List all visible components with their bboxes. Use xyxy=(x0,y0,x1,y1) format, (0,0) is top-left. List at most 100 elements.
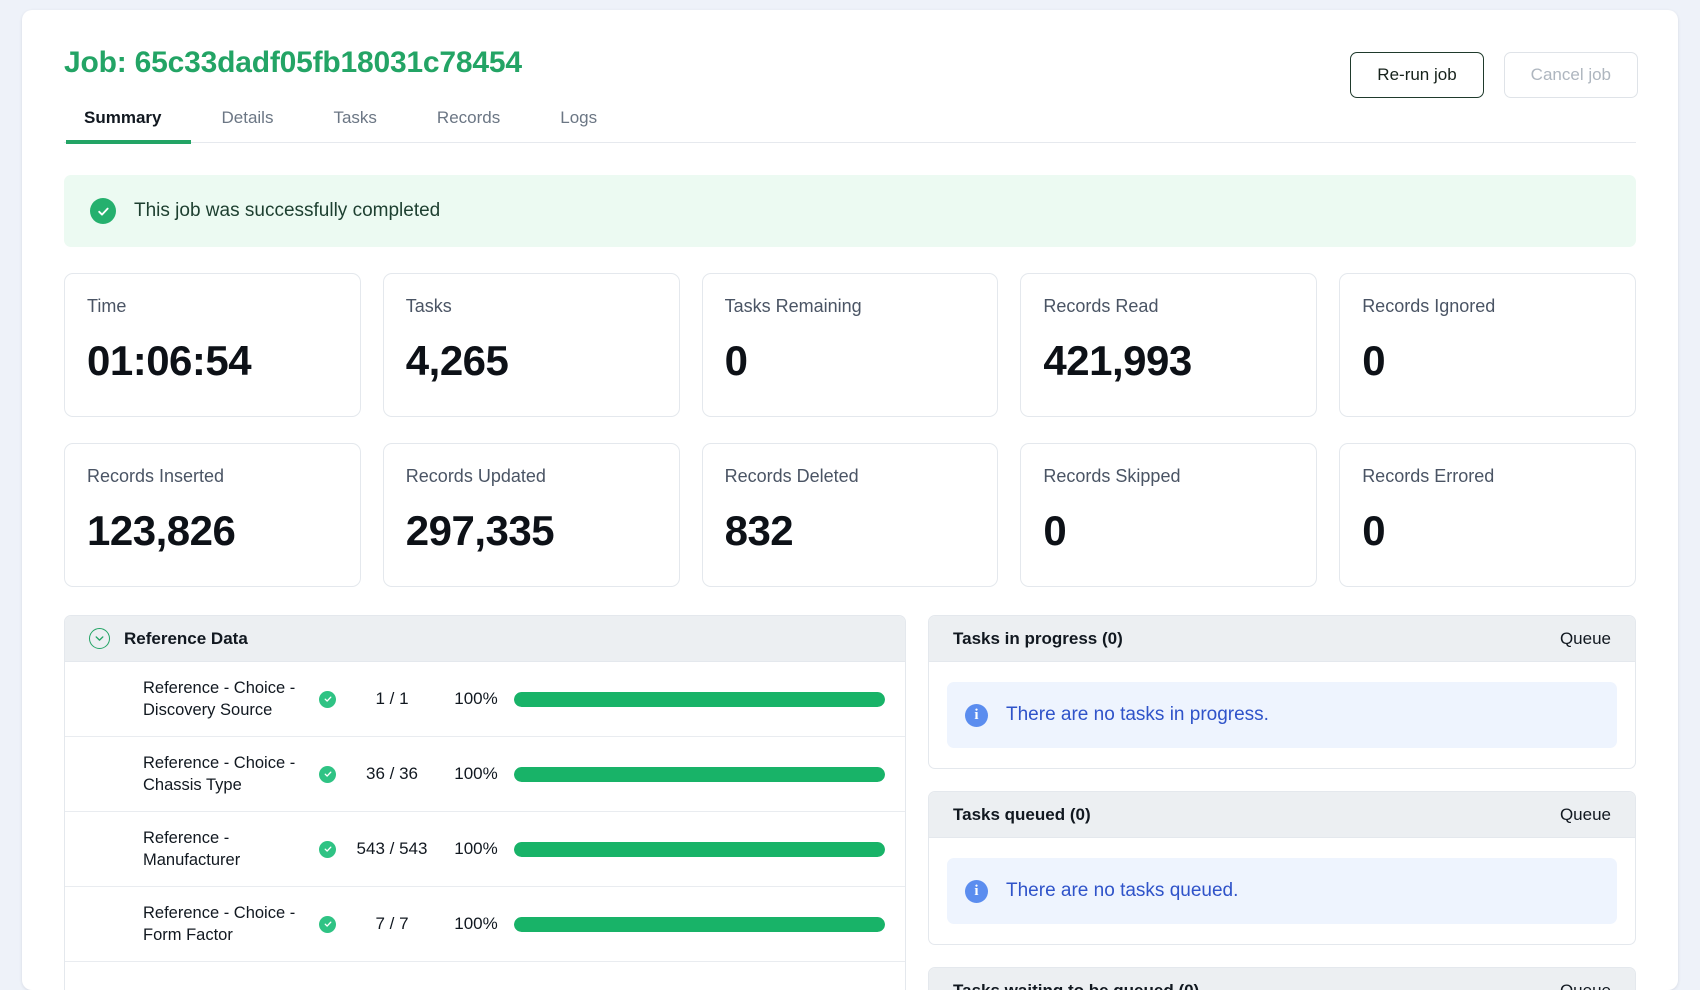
reference-count: 543 / 543 xyxy=(346,839,438,859)
queue-column-label: Queue xyxy=(1560,805,1611,825)
metric-value: 0 xyxy=(725,337,976,385)
tasks-in-progress-header: Tasks in progress (0) Queue xyxy=(929,616,1635,662)
metric-card-tasks: Tasks 4,265 xyxy=(383,273,680,417)
metric-label: Records Ignored xyxy=(1362,296,1613,317)
metric-value: 297,335 xyxy=(406,507,657,555)
metric-card-records-skipped: Records Skipped 0 xyxy=(1020,443,1317,587)
metric-card-time: Time 01:06:54 xyxy=(64,273,361,417)
reference-data-panel: Reference Data Reference - Choice - Disc… xyxy=(64,615,906,990)
metric-label: Records Inserted xyxy=(87,466,338,487)
reference-percent: 100% xyxy=(438,839,514,859)
check-icon xyxy=(319,841,336,858)
job-detail-page: Job: 65c33dadf05fb18031c78454 Re-run job… xyxy=(22,10,1678,990)
reference-percent: 100% xyxy=(438,914,514,934)
metric-label: Tasks Remaining xyxy=(725,296,976,317)
metric-card-records-updated: Records Updated 297,335 xyxy=(383,443,680,587)
page-header: Job: 65c33dadf05fb18031c78454 Re-run job… xyxy=(22,10,1678,143)
info-circle-icon: i xyxy=(965,704,988,727)
metric-value: 01:06:54 xyxy=(87,337,338,385)
table-row[interactable]: Reference - Choice - Chassis Type 36 / 3… xyxy=(65,737,905,812)
tab-tasks[interactable]: Tasks xyxy=(303,102,406,142)
success-banner-text: This job was successfully completed xyxy=(134,200,440,222)
progress-bar xyxy=(514,767,885,782)
empty-state-text: There are no tasks in progress. xyxy=(1006,704,1269,726)
tab-records[interactable]: Records xyxy=(407,102,530,142)
table-row-partial[interactable] xyxy=(65,962,905,990)
metric-card-records-deleted: Records Deleted 832 xyxy=(702,443,999,587)
metric-cards-row-1: Time 01:06:54 Tasks 4,265 Tasks Remainin… xyxy=(64,273,1636,417)
progress-bar-fill xyxy=(514,917,885,932)
metric-value: 421,993 xyxy=(1043,337,1294,385)
metric-label: Time xyxy=(87,296,338,317)
metric-value: 0 xyxy=(1043,507,1294,555)
metric-label: Records Skipped xyxy=(1043,466,1294,487)
check-circle-icon xyxy=(90,198,116,224)
metric-card-records-ignored: Records Ignored 0 xyxy=(1339,273,1636,417)
tab-logs[interactable]: Logs xyxy=(530,102,627,142)
cancel-job-button[interactable]: Cancel job xyxy=(1504,52,1638,98)
panel-title: Tasks queued (0) xyxy=(953,805,1091,825)
tasks-waiting-to-be-queued-panel: Tasks waiting to be queued (0) Queue xyxy=(928,967,1636,990)
chevron-down-circle-icon[interactable] xyxy=(89,628,110,649)
table-row[interactable]: Reference - Manufacturer 543 / 543 100% xyxy=(65,812,905,887)
reference-name: Reference - Choice - Chassis Type xyxy=(143,752,319,797)
tab-summary[interactable]: Summary xyxy=(66,102,191,142)
reference-percent: 100% xyxy=(438,764,514,784)
empty-state-alert: i There are no tasks in progress. xyxy=(947,682,1617,748)
progress-bar-fill xyxy=(514,692,885,707)
queue-column-label: Queue xyxy=(1560,981,1611,990)
check-icon xyxy=(319,916,336,933)
queue-column-label: Queue xyxy=(1560,629,1611,649)
success-banner: This job was successfully completed xyxy=(64,175,1636,247)
progress-bar-fill xyxy=(514,842,885,857)
reference-name: Reference - Choice - Form Factor xyxy=(143,902,319,947)
progress-bar-fill xyxy=(514,767,885,782)
tab-bar: Summary Details Tasks Records Logs xyxy=(64,102,1636,143)
metric-value: 0 xyxy=(1362,337,1613,385)
metric-card-records-read: Records Read 421,993 xyxy=(1020,273,1317,417)
progress-bar xyxy=(514,917,885,932)
metric-cards-row-2: Records Inserted 123,826 Records Updated… xyxy=(64,443,1636,587)
panel-title: Tasks waiting to be queued (0) xyxy=(953,981,1199,990)
table-row[interactable]: Reference - Choice - Discovery Source 1 … xyxy=(65,662,905,737)
metric-label: Records Deleted xyxy=(725,466,976,487)
empty-state-alert: i There are no tasks queued. xyxy=(947,858,1617,924)
reference-name: Reference - Manufacturer xyxy=(143,827,319,872)
metric-label: Records Updated xyxy=(406,466,657,487)
reference-count: 1 / 1 xyxy=(346,689,438,709)
metric-value: 0 xyxy=(1362,507,1613,555)
reference-name: Reference - Choice - Discovery Source xyxy=(143,677,319,722)
metric-card-records-inserted: Records Inserted 123,826 xyxy=(64,443,361,587)
header-actions: Re-run job Cancel job xyxy=(1350,52,1638,98)
lower-section: Reference Data Reference - Choice - Disc… xyxy=(64,615,1636,990)
reference-count: 36 / 36 xyxy=(346,764,438,784)
metric-label: Records Errored xyxy=(1362,466,1613,487)
metric-value: 4,265 xyxy=(406,337,657,385)
info-circle-icon: i xyxy=(965,880,988,903)
progress-bar xyxy=(514,842,885,857)
tasks-in-progress-panel: Tasks in progress (0) Queue i There are … xyxy=(928,615,1636,769)
task-panels-column: Tasks in progress (0) Queue i There are … xyxy=(928,615,1636,990)
progress-bar xyxy=(514,692,885,707)
reference-data-title: Reference Data xyxy=(124,629,248,649)
metric-label: Records Read xyxy=(1043,296,1294,317)
table-row[interactable]: Reference - Choice - Form Factor 7 / 7 1… xyxy=(65,887,905,962)
metric-value: 832 xyxy=(725,507,976,555)
tasks-queued-panel: Tasks queued (0) Queue i There are no ta… xyxy=(928,791,1636,945)
metric-value: 123,826 xyxy=(87,507,338,555)
empty-state-text: There are no tasks queued. xyxy=(1006,880,1238,902)
reference-count: 7 / 7 xyxy=(346,914,438,934)
rerun-job-button[interactable]: Re-run job xyxy=(1350,52,1483,98)
metric-card-tasks-remaining: Tasks Remaining 0 xyxy=(702,273,999,417)
reference-data-header[interactable]: Reference Data xyxy=(65,616,905,662)
metric-card-records-errored: Records Errored 0 xyxy=(1339,443,1636,587)
tasks-waiting-header: Tasks waiting to be queued (0) Queue xyxy=(929,968,1635,990)
reference-percent: 100% xyxy=(438,689,514,709)
page-body: This job was successfully completed Time… xyxy=(22,175,1678,990)
metric-label: Tasks xyxy=(406,296,657,317)
check-icon xyxy=(319,691,336,708)
tab-details[interactable]: Details xyxy=(191,102,303,142)
check-icon xyxy=(319,766,336,783)
panel-title: Tasks in progress (0) xyxy=(953,629,1123,649)
tasks-queued-header: Tasks queued (0) Queue xyxy=(929,792,1635,838)
